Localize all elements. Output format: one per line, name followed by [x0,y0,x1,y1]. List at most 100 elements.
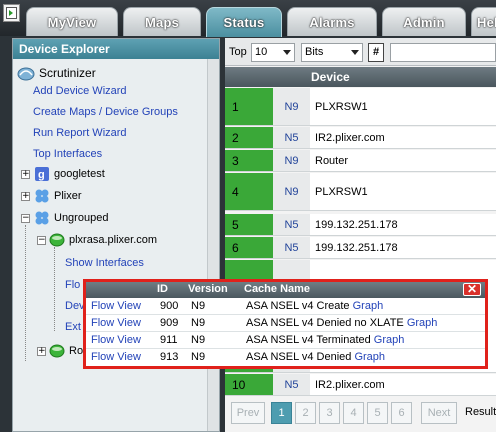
hash-toggle-button[interactable]: # [368,43,384,62]
cache-name-text: ASA NSEL v4 Terminated [246,334,371,346]
row-device-name[interactable]: IR2.plixer.com [315,374,385,395]
page-button-4[interactable]: 4 [343,402,364,424]
group-icon [34,210,50,226]
chevron-down-icon [351,50,359,55]
page-button-2[interactable]: 2 [295,402,316,424]
expand-plixer-icon[interactable]: + [21,192,30,201]
row-netflow-version[interactable]: N5 [273,214,310,235]
tree-group-plixer[interactable]: Plixer [54,190,82,202]
prev-page-button[interactable]: Prev [231,402,265,424]
scrutinizer-icon [17,65,35,81]
tree-device-plxrasa[interactable]: plxrasa.plixer.com [69,234,157,246]
row-rank: 1 [225,88,273,125]
row-device-name[interactable]: PLXRSW1 [315,173,368,210]
row-netflow-version[interactable]: N5 [273,374,310,395]
row-device-name[interactable]: 199.132.251.178 [315,237,398,258]
tree-group-ungrouped[interactable]: Ungrouped [54,212,108,224]
template-id: 911 [160,334,178,346]
create-maps-link[interactable]: Create Maps / Device Groups [33,106,178,118]
row-netflow-version[interactable]: N5 [273,127,310,148]
group-icon [34,188,50,204]
svg-text:g: g [38,169,45,181]
tree-device-partial[interactable]: Ro [69,345,83,357]
flow-link[interactable]: Flo [65,279,80,291]
top-count-select[interactable]: 10 [251,43,295,62]
template-version: N9 [191,334,206,346]
report-toolbar: Top 10 Bits # [225,38,496,66]
cache-name: ASA NSEL v4 Denied no XLATE Graph [246,317,437,329]
device-explorer-title: Device Explorer [13,39,219,59]
table-row[interactable]: 1 N9 PLXRSW1 [225,88,496,126]
row-netflow-version[interactable]: N9 [273,88,310,125]
page-button-6[interactable]: 6 [391,402,412,424]
flow-view-link[interactable]: Flow View [91,317,141,329]
popup-header: ID Version Cache Name ✕ [86,282,485,298]
popup-row: Flow View 900 N9 ASA NSEL v4 Create Grap… [86,298,485,315]
table-row[interactable]: 4 N9 PLXRSW1 [225,173,496,211]
chevron-down-icon [283,50,291,55]
row-rank: 4 [225,173,273,210]
top-interfaces-link[interactable]: Top Interfaces [33,148,102,160]
row-device-name[interactable]: IR2.plixer.com [315,127,385,148]
top-label: Top [229,46,247,58]
table-row[interactable]: 3 N9 Router [225,150,496,172]
table-row[interactable]: 10 N5 IR2.plixer.com [225,374,496,396]
table-row[interactable]: 5 N5 199.132.251.178 [225,214,496,236]
device-icon [49,344,65,358]
device-icon [49,233,65,247]
popup-row: Flow View 911 N9 ASA NSEL v4 Terminated … [86,332,485,349]
tree-group-googletest[interactable]: googletest [54,168,105,180]
top-navigation-bar: MyView Maps Status Alarms Admin Hel [0,0,496,37]
table-row[interactable]: 6 N5 199.132.251.178 [225,237,496,259]
popup-col-id: ID [157,283,168,295]
tab-maps[interactable]: Maps [123,7,201,36]
cache-name: ASA NSEL v4 Denied Graph [246,351,385,363]
device-link[interactable]: Dev [65,300,85,312]
close-icon[interactable]: ✕ [463,283,481,296]
device-explorer-panel: Device Explorer Scrutinizer Add Device W… [12,38,220,432]
template-version: N9 [191,351,206,363]
next-page-button[interactable]: Next [421,402,457,424]
expand-node-icon[interactable]: + [37,347,46,356]
tree-root-scrutinizer[interactable]: Scrutinizer [39,66,96,80]
show-interfaces-link[interactable]: Show Interfaces [65,257,144,269]
row-rank: 2 [225,127,273,148]
graph-link[interactable]: Graph [354,351,385,363]
flow-view-link[interactable]: Flow View [91,300,141,312]
extended-link[interactable]: Ext [65,321,81,333]
tab-myview[interactable]: MyView [26,7,118,36]
tab-admin[interactable]: Admin [382,7,466,36]
filter-input[interactable] [390,43,496,62]
flow-view-link[interactable]: Flow View [91,351,141,363]
graph-link[interactable]: Graph [353,300,384,312]
popup-row: Flow View 909 N9 ASA NSEL v4 Denied no X… [86,315,485,332]
unit-select[interactable]: Bits [301,43,363,62]
add-device-wizard-link[interactable]: Add Device Wizard [33,85,127,97]
expand-googletest-icon[interactable]: + [21,170,30,179]
row-device-name[interactable]: PLXRSW1 [315,88,368,125]
flow-view-link[interactable]: Flow View [91,334,141,346]
cache-name-text: ASA NSEL v4 Denied no XLATE [246,317,404,329]
row-device-name[interactable]: Router [315,150,348,171]
template-id: 913 [160,351,179,363]
page-button-5[interactable]: 5 [367,402,388,424]
cache-name-text: ASA NSEL v4 Create [246,300,350,312]
row-device-name[interactable]: 199.132.251.178 [315,214,398,235]
graph-link[interactable]: Graph [374,334,405,346]
tab-status[interactable]: Status [206,7,282,37]
row-netflow-version[interactable]: N9 [273,173,310,210]
tab-help[interactable]: Hel [471,7,496,36]
vertical-scrollbar[interactable] [207,59,219,431]
row-netflow-version[interactable]: N9 [273,150,310,171]
row-netflow-version[interactable]: N5 [273,237,310,258]
tree-line [54,247,55,331]
run-report-wizard-link[interactable]: Run Report Wizard [33,127,127,139]
graph-link[interactable]: Graph [407,317,438,329]
collapse-device-icon[interactable]: − [37,236,46,245]
expand-panel-icon[interactable] [3,4,20,22]
tab-alarms[interactable]: Alarms [287,7,377,36]
table-row[interactable]: 2 N5 IR2.plixer.com [225,127,496,149]
collapse-ungrouped-icon[interactable]: − [21,214,30,223]
page-button-1[interactable]: 1 [271,402,292,424]
page-button-3[interactable]: 3 [319,402,340,424]
